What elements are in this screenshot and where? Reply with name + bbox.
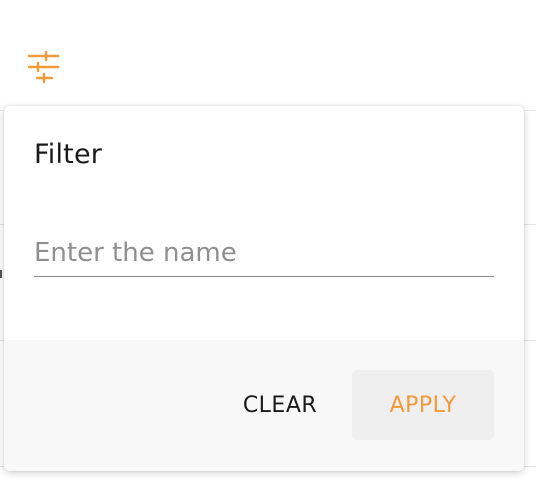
filter-button[interactable]	[26, 50, 62, 86]
clear-button[interactable]: CLEAR	[220, 370, 340, 440]
name-filter-input[interactable]	[34, 230, 494, 277]
background-marker	[0, 270, 2, 278]
apply-button[interactable]: APPLY	[352, 370, 494, 440]
filter-popover: Filter CLEAR APPLY	[4, 106, 524, 471]
popover-title: Filter	[34, 139, 103, 170]
popover-footer: CLEAR APPLY	[4, 340, 524, 471]
sliders-icon	[27, 50, 60, 84]
